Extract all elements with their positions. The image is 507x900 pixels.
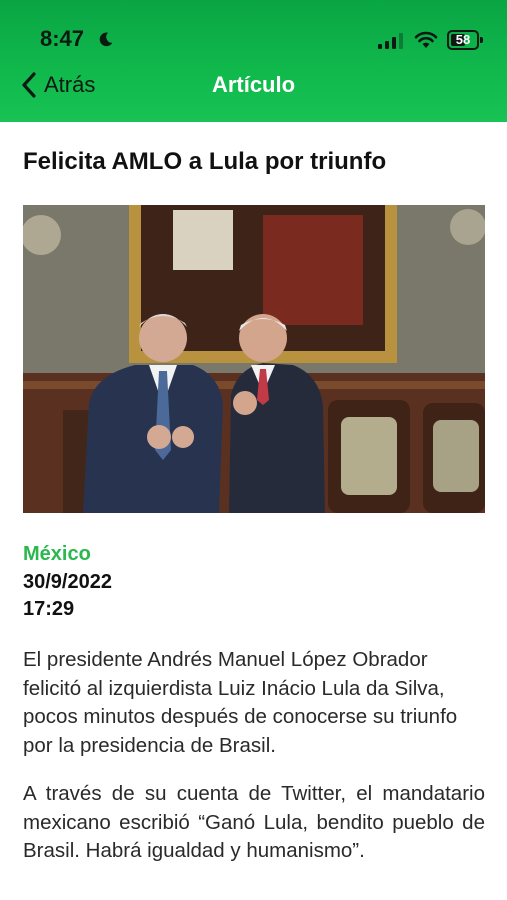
moon-icon xyxy=(99,32,113,47)
status-bar: 8:47 58 xyxy=(0,0,507,62)
article-date: 30/9/2022 xyxy=(23,571,112,593)
article-photo[interactable] xyxy=(23,205,485,513)
article-time: 17:29 xyxy=(23,598,75,620)
app-header: 8:47 58 Atrás Artículo xyxy=(0,0,507,122)
article-paragraph: El presidente Andrés Manuel López Obrado… xyxy=(23,648,458,757)
status-time: 8:47 xyxy=(40,26,85,51)
page-title: Artículo xyxy=(211,72,296,97)
article-section: México xyxy=(23,543,91,565)
wifi-icon xyxy=(414,31,438,48)
article-paragraph: A través de su cuenta de Twitter, el man… xyxy=(23,782,485,862)
article-title: Felicita AMLO a Lula por triunfo xyxy=(23,148,387,175)
photo-illustration xyxy=(23,205,485,513)
battery-icon: 58 xyxy=(447,30,483,50)
battery-level: 58 xyxy=(455,32,471,47)
signal-icon xyxy=(378,33,403,49)
